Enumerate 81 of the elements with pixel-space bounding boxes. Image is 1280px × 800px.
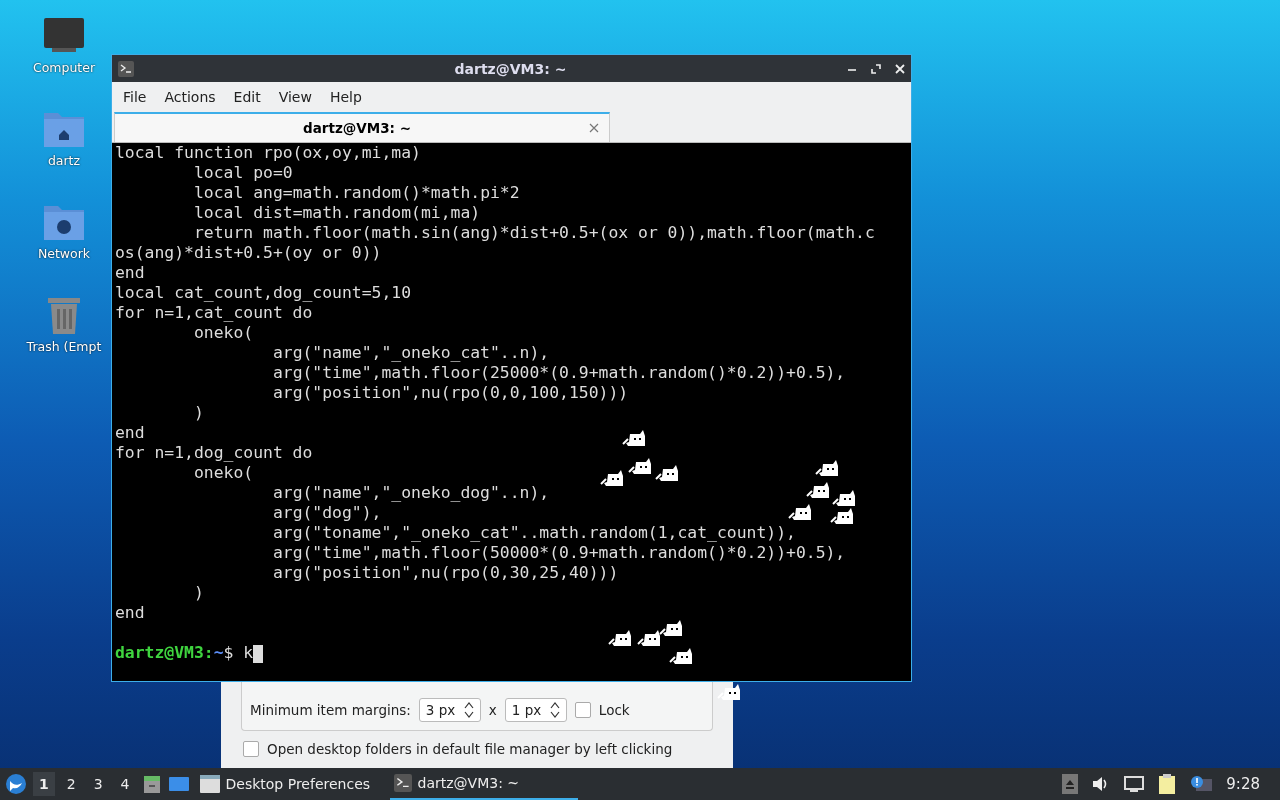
menu-item[interactable]: Edit [224,89,270,105]
code-line: arg("dog"), [271,503,382,522]
tab[interactable]: dartz@VM3: ~ [114,112,610,142]
code-line: local cat_count,dog_count=5,10 [115,283,412,302]
code-line: os(ang)*dist+0.5+(oy or 0)) [115,243,382,262]
code-line: end [115,603,145,622]
pixel-animal-icon [659,618,685,638]
prompt-user-host: dartz@VM3: [115,643,214,662]
menu-item[interactable]: File [114,89,156,105]
pixel-animal-icon [669,646,695,666]
typed-text: k [243,643,254,662]
code-line: local dist=math.random(mi,ma) [192,203,481,222]
desktop-icon[interactable] [167,774,190,794]
icon-label: dartz [47,153,81,168]
workspace-button[interactable]: 4 [114,772,136,796]
pixel-animal-icon [655,463,681,483]
spin-box[interactable]: 1 px [504,698,567,722]
code-line: local po=0 [192,163,293,182]
pixel-animal-icon [622,428,648,448]
spin-box[interactable]: 3 px [418,698,481,722]
pixel-animal-icon [830,506,856,526]
checkbox-label: Lock [598,702,630,718]
icon-label: Network [37,246,91,261]
checkbox-label: Open desktop folders in default file manager by left clicking [267,741,673,757]
pixel-animal-icon [637,628,663,648]
code-line: end [115,423,145,442]
eject-icon[interactable] [1062,774,1079,794]
cursor [253,644,264,663]
bird-logo-icon[interactable] [5,773,27,795]
code-line: oneko( [192,323,254,342]
code-line: arg("toname","_oneko_cat"..math.random(1,cat_count)), [271,523,796,542]
code-line: local ang=math.random()*math.pi*2 [192,183,520,202]
restore-icon[interactable] [871,63,881,74]
code-line: for n=1,cat_count do [115,303,313,322]
menu-item[interactable]: Actions [155,89,225,105]
code-line: local function rpo(ox,oy,mi,ma) [115,143,421,162]
code-line: end [115,263,145,282]
pixel-animal-icon [717,682,743,702]
workspace-button[interactable]: 1 [33,772,55,796]
workspace-button[interactable]: 3 [87,772,109,796]
window-icon [199,775,220,793]
code-line: arg("name","_oneko_cat"..n), [271,343,550,362]
clock[interactable]: 9:28 [1226,775,1260,793]
checkbox[interactable] [243,741,259,757]
code-line: arg("time",math.floor(25000*(0.9+math.random()*0.2))+0.5), [271,363,846,382]
pixel-animal-icon [608,628,634,648]
code-line: ) [192,583,204,602]
terminal-icon [118,60,134,77]
pixel-animal-icon [815,458,841,478]
notification-icon[interactable] [1190,775,1213,793]
workspace-button[interactable]: 2 [60,772,82,796]
file-cabinet-icon[interactable] [141,774,162,794]
menu-item[interactable]: Help [320,89,371,105]
icon-label: Computer [32,60,96,75]
clipboard-icon[interactable] [1158,773,1177,795]
pixel-animal-icon [628,456,654,476]
checkbox[interactable] [574,702,591,718]
code-line: oneko( [192,463,254,482]
spin-arrows-icon [549,700,560,720]
pixel-animal-icon [832,488,858,508]
task-button[interactable]: Desktop Preferences [195,768,384,800]
window-title: dartz@VM3: ~ [453,60,567,77]
code-line: arg("name","_oneko_dog"..n), [271,483,550,502]
spin-arrows-icon [463,700,474,720]
margins-label: Minimum item margins: [250,702,411,718]
code-line: arg("time",math.floor(50000*(0.9+math.random()*0.2))+0.5), [271,543,846,562]
code-line: arg("position",nu(rpo(0,30,25,40))) [271,563,619,582]
prompt-symbol: $ [223,643,234,662]
code-line: for n=1,dog_count do [115,443,313,462]
icon-label: Trash (Empt [26,339,102,354]
prompt-path: ~ [213,643,224,662]
pixel-animal-icon [806,480,832,500]
code-line: ) [192,403,204,422]
times-sign: x [488,702,497,718]
task-button[interactable]: dartz@VM3: ~ [389,768,578,800]
terminal-icon [393,774,412,792]
code-line: arg("position",nu(rpo(0,0,100,150))) [271,383,629,402]
menu-item[interactable]: View [269,89,321,105]
pixel-animal-icon [788,502,814,522]
code-line: return math.floor(math.sin(ang)*dist+0.5+(ox or 0)),math.floor(math.c [192,223,875,242]
pixel-animal-icon [600,468,626,488]
